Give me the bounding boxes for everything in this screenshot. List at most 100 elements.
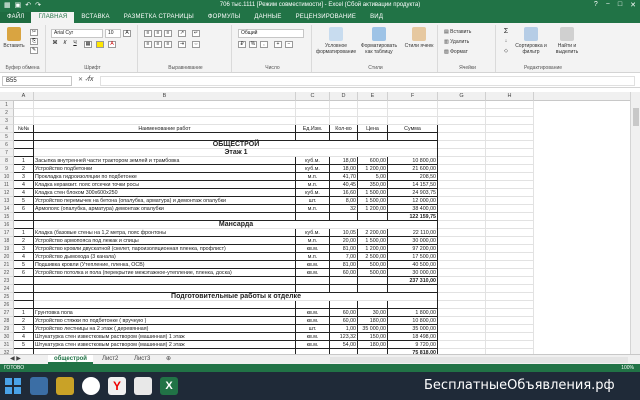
cell-styles-button[interactable]: Стили ячеек [404, 27, 434, 49]
cell-d[interactable]: 18,00 [330, 157, 358, 165]
column-header-a[interactable]: A [14, 92, 34, 101]
cell-f[interactable]: 1 800,00 [388, 309, 438, 317]
cell-c[interactable]: куб.м. [296, 229, 330, 237]
cell-g[interactable] [438, 229, 486, 237]
app-icon[interactable] [134, 377, 152, 395]
cell-d[interactable] [330, 277, 358, 285]
sort-filter-button[interactable]: Сортировка и фильтр [514, 27, 548, 55]
cell-f[interactable]: 12 000,00 [388, 197, 438, 205]
tab-insert[interactable]: ВСТАВКА [74, 12, 116, 23]
cell-d[interactable]: 20,00 [330, 237, 358, 245]
tab-page-layout[interactable]: РАЗМЕТКА СТРАНИЦЫ [117, 12, 201, 23]
cell-e[interactable]: 350,00 [358, 181, 388, 189]
format-cells-button[interactable]: ▧ Формат [444, 49, 468, 55]
tab-home[interactable]: ГЛАВНАЯ [31, 12, 75, 23]
cell-a[interactable] [14, 109, 34, 117]
column-header-f[interactable]: F [388, 92, 438, 101]
row-header[interactable]: 9 [0, 165, 14, 173]
cell-c[interactable]: м.п. [296, 253, 330, 261]
cell-b[interactable]: Устройство стяжки по подбетонке ( вручну… [34, 317, 296, 325]
cell-c[interactable] [296, 117, 330, 125]
cell-d[interactable]: 1,00 [330, 325, 358, 333]
cell-a[interactable] [14, 301, 34, 309]
cell-b[interactable] [34, 109, 296, 117]
align-left-icon[interactable]: ≡ [144, 41, 152, 48]
row-header[interactable]: 5 [0, 133, 14, 141]
bold-button[interactable]: Ж [51, 41, 59, 48]
wrap-text-icon[interactable]: ↵ [192, 30, 200, 37]
percent-icon[interactable]: % [249, 41, 257, 48]
cell-f[interactable]: 97 200,00 [388, 245, 438, 253]
cell[interactable] [14, 141, 34, 149]
cell-a[interactable]: 2 [14, 165, 34, 173]
column-header-e[interactable]: E [358, 92, 388, 101]
cell-b[interactable]: Подшивка кровли (Утепление, пленка, OCB) [34, 261, 296, 269]
cell-a[interactable] [14, 101, 34, 109]
sheet-tab-3[interactable]: Лист3 [128, 355, 156, 364]
row-header[interactable]: 31 [0, 341, 14, 349]
cell-d[interactable] [330, 301, 358, 309]
cell-d[interactable]: Кол-во [330, 125, 358, 133]
cell-d[interactable]: 60,00 [330, 317, 358, 325]
maximize-button[interactable]: □ [618, 1, 622, 9]
row-header[interactable]: 7 [0, 149, 14, 157]
cell[interactable] [14, 221, 34, 229]
cell-h[interactable] [486, 253, 534, 261]
cell-h[interactable] [486, 285, 534, 293]
cell-a[interactable]: 3 [14, 245, 34, 253]
align-right-icon[interactable]: ≡ [164, 41, 172, 48]
cell-f[interactable]: 30 000,00 [388, 269, 438, 277]
find-select-button[interactable]: Найти и выделить [550, 27, 584, 55]
cell-c[interactable]: шт. [296, 197, 330, 205]
cell-g[interactable] [438, 325, 486, 333]
cell-h[interactable] [486, 157, 534, 165]
cell-e[interactable]: Цена [358, 125, 388, 133]
comma-style-icon[interactable]: , [260, 41, 268, 48]
new-sheet-icon[interactable]: ⊕ [160, 355, 177, 364]
row-header[interactable]: 19 [0, 245, 14, 253]
cell-h[interactable] [486, 189, 534, 197]
cell-f[interactable]: 40 500,00 [388, 261, 438, 269]
cell-b[interactable]: Устройство армопояса под лежак и спицы [34, 237, 296, 245]
cell-e[interactable]: 2 500,00 [358, 253, 388, 261]
cell-a[interactable] [14, 213, 34, 221]
cut-icon[interactable]: ✂ [30, 29, 38, 36]
cell-e[interactable]: 1 500,00 [358, 197, 388, 205]
cell-h[interactable] [486, 117, 534, 125]
cell-f[interactable]: 10 800,00 [388, 317, 438, 325]
row-header[interactable]: 23 [0, 277, 14, 285]
cell-b[interactable] [34, 101, 296, 109]
cell-e[interactable]: 1 500,00 [358, 189, 388, 197]
cell-b[interactable] [34, 133, 296, 141]
tab-view[interactable]: ВИД [363, 12, 390, 23]
indent-icon[interactable]: ⇥ [178, 41, 186, 48]
cell-b[interactable]: Штукатурка стен известковым раствором (м… [34, 341, 296, 349]
windows-start-icon[interactable] [4, 377, 22, 395]
row-header[interactable]: 12 [0, 189, 14, 197]
cell-c[interactable]: Ед.Изм. [296, 125, 330, 133]
delete-cells-button[interactable]: ▥ Удалить [444, 39, 469, 45]
cell-c[interactable]: кв.м. [296, 309, 330, 317]
cell-f[interactable]: 237 310,00 [388, 277, 438, 285]
decrease-decimal-icon[interactable]: − [285, 41, 293, 48]
cell-h[interactable] [486, 301, 534, 309]
cell-b[interactable]: Устройство потолка и пола (перекрытие ме… [34, 269, 296, 277]
cell-g[interactable] [438, 173, 486, 181]
row-header[interactable]: 17 [0, 229, 14, 237]
cell-d[interactable]: 81,00 [330, 261, 358, 269]
close-button[interactable]: ✕ [630, 1, 636, 9]
cell-h[interactable] [486, 213, 534, 221]
paste-button[interactable]: Вставить [2, 27, 26, 49]
cell-e[interactable]: 600,00 [358, 157, 388, 165]
cell-h[interactable] [486, 269, 534, 277]
row-header[interactable]: 14 [0, 205, 14, 213]
cell-g[interactable] [438, 301, 486, 309]
cell-b[interactable]: Устройство подбетонки [34, 165, 296, 173]
row-header[interactable]: 2 [0, 109, 14, 117]
cell-b[interactable]: Штукатурка стен известковым раствором (м… [34, 333, 296, 341]
cell-d[interactable]: 18,00 [330, 165, 358, 173]
clear-icon[interactable]: ◇ [502, 49, 510, 56]
cell-c[interactable] [296, 133, 330, 141]
cell-d[interactable]: 41,70 [330, 173, 358, 181]
cell-a[interactable]: 6 [14, 269, 34, 277]
